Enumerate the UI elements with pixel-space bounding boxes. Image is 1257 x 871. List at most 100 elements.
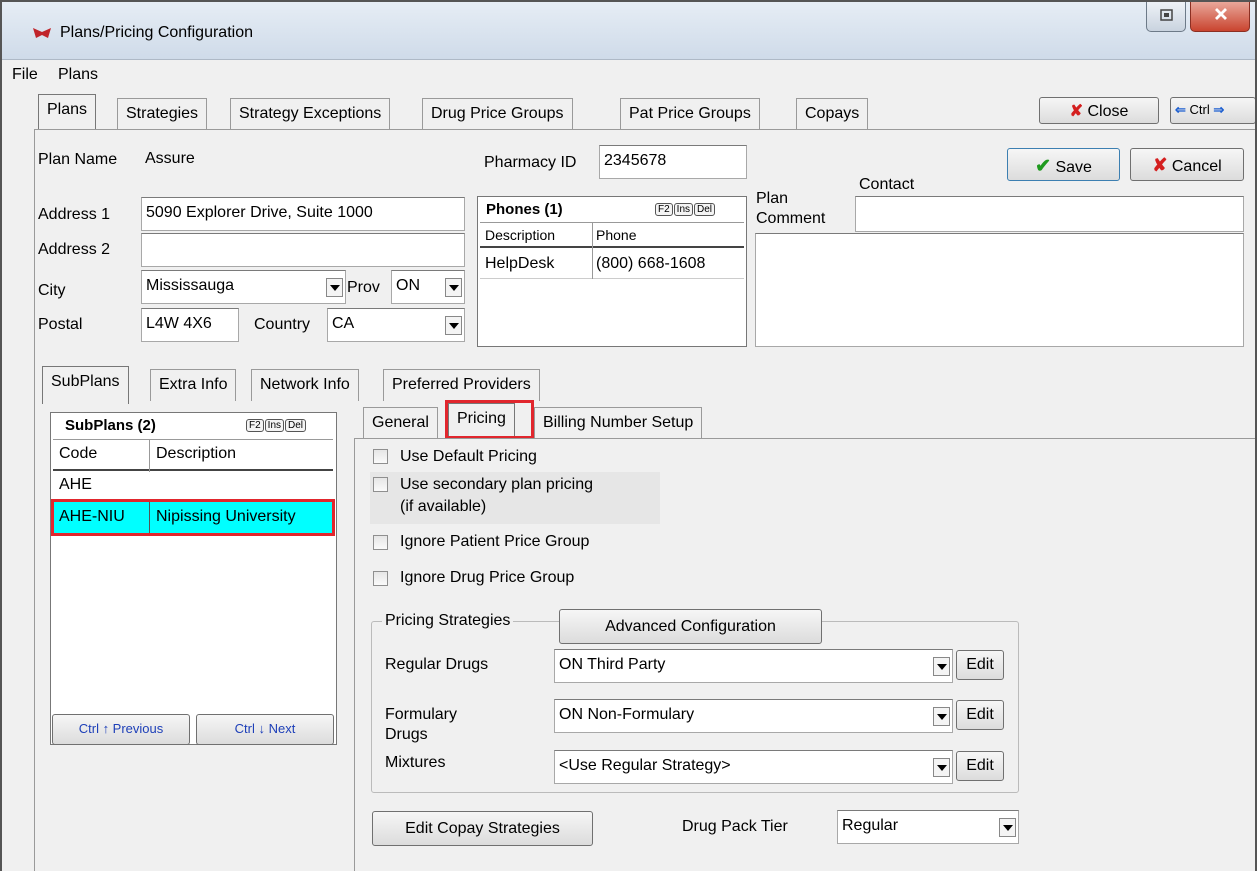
- use-default-pricing-checkbox[interactable]: [373, 449, 388, 464]
- prov-value: ON: [396, 277, 420, 294]
- prov-dropdown[interactable]: ON: [391, 270, 465, 304]
- mixtures-label: Mixtures: [385, 754, 446, 771]
- drug-pack-tier-dropdown[interactable]: Regular: [837, 810, 1019, 844]
- tab-copays[interactable]: Copays: [796, 98, 869, 130]
- country-label: Country: [254, 316, 311, 333]
- ignore-patient-price-group-checkbox[interactable]: [373, 535, 388, 550]
- chevron-down-icon[interactable]: [999, 818, 1016, 837]
- arrow-right-icon: ⇒: [1213, 102, 1225, 117]
- prov-label: Prov: [347, 279, 380, 296]
- column-divider: [592, 223, 593, 249]
- mixtures-dropdown[interactable]: <Use Regular Strategy>: [554, 750, 953, 784]
- tab-general[interactable]: General: [363, 407, 438, 439]
- formulary-drugs-label-1: Formulary: [385, 706, 458, 723]
- del-key[interactable]: Del: [285, 419, 307, 432]
- cancel-button-label: Cancel: [1171, 158, 1222, 175]
- restore-button[interactable]: [1146, 2, 1186, 32]
- regular-drugs-label: Regular Drugs: [385, 656, 489, 673]
- edit-mixtures-button[interactable]: Edit: [956, 751, 1004, 781]
- phones-title: Phones (1): [486, 201, 563, 218]
- table-row[interactable]: AHE: [53, 472, 333, 498]
- window-title: Plans/Pricing Configuration: [60, 24, 253, 41]
- phones-col-description[interactable]: Description: [485, 227, 555, 243]
- country-dropdown[interactable]: CA: [327, 308, 465, 342]
- ignore-drug-price-group-checkbox[interactable]: [373, 571, 388, 586]
- restore-icon: [1160, 9, 1173, 21]
- tab-preferred-providers[interactable]: Preferred Providers: [383, 369, 540, 401]
- plan-comment-field[interactable]: [755, 233, 1244, 347]
- address2-label: Address 2: [38, 241, 111, 258]
- tab-extra-info[interactable]: Extra Info: [150, 369, 237, 401]
- f2-key[interactable]: F2: [655, 203, 673, 216]
- edit-formulary-button[interactable]: Edit: [956, 700, 1004, 730]
- phones-keys: F2 Ins Del: [654, 203, 716, 216]
- close-icon: [1215, 8, 1227, 20]
- pharmacy-id-label: Pharmacy ID: [484, 154, 577, 171]
- use-secondary-pricing-label: Use secondary plan pricing: [400, 476, 593, 493]
- ignore-patient-price-group-label: Ignore Patient Price Group: [400, 533, 590, 550]
- chevron-down-icon[interactable]: [326, 278, 343, 297]
- menu-plans[interactable]: Plans: [58, 66, 98, 84]
- phones-grid: Phones (1) F2 Ins Del Description Phone He…: [477, 196, 747, 347]
- formulary-drugs-dropdown[interactable]: ON Non-Formulary: [554, 699, 953, 733]
- address2-field[interactable]: [141, 233, 465, 267]
- address1-label: Address 1: [38, 206, 111, 223]
- phones-header: Description Phone: [480, 222, 744, 249]
- advanced-configuration-button[interactable]: Advanced Configuration: [559, 609, 822, 644]
- pharmacy-id-field[interactable]: 2345678: [599, 145, 747, 179]
- selection-highlight-box: [51, 499, 335, 536]
- save-button[interactable]: ✔ Save: [1007, 148, 1120, 181]
- tab-pat-price-groups[interactable]: Pat Price Groups: [620, 98, 760, 130]
- tab-network-info[interactable]: Network Info: [251, 369, 359, 401]
- phone-description: HelpDesk: [485, 255, 555, 272]
- phones-col-phone[interactable]: Phone: [596, 227, 636, 243]
- chevron-down-icon[interactable]: [933, 758, 950, 777]
- mixtures-value: <Use Regular Strategy>: [559, 757, 731, 774]
- tab-subplans[interactable]: SubPlans: [42, 366, 129, 404]
- del-key[interactable]: Del: [694, 203, 716, 216]
- regular-drugs-value: ON Third Party: [559, 656, 666, 673]
- menu-file[interactable]: File: [12, 66, 38, 84]
- city-dropdown[interactable]: Mississauga: [141, 270, 346, 304]
- country-value: CA: [332, 315, 355, 332]
- ins-key[interactable]: Ins: [264, 419, 285, 432]
- edit-copay-strategies-button[interactable]: Edit Copay Strategies: [372, 811, 593, 846]
- use-default-pricing-label: Use Default Pricing: [400, 448, 537, 465]
- chevron-down-icon[interactable]: [445, 316, 462, 335]
- edit-regular-button[interactable]: Edit: [956, 650, 1004, 680]
- chevron-down-icon[interactable]: [933, 657, 950, 676]
- chevron-down-icon[interactable]: [445, 278, 462, 297]
- city-value: Mississauga: [146, 277, 235, 294]
- tab-billing-number-setup[interactable]: Billing Number Setup: [534, 407, 703, 439]
- f2-key[interactable]: F2: [246, 419, 264, 432]
- save-button-label: Save: [1055, 159, 1092, 176]
- tab-plans[interactable]: Plans: [38, 94, 97, 130]
- tab-drug-price-groups[interactable]: Drug Price Groups: [422, 98, 573, 130]
- use-secondary-pricing-label-2: (if available): [400, 498, 487, 515]
- tab-strategies[interactable]: Strategies: [117, 98, 208, 130]
- tab-strategy-exceptions[interactable]: Strategy Exceptions: [230, 98, 391, 130]
- subplans-col-code[interactable]: Code: [59, 445, 97, 463]
- next-button[interactable]: Ctrl ↓ Next: [196, 714, 334, 745]
- previous-button[interactable]: Ctrl ↑ Previous: [52, 714, 190, 745]
- ctrl-nav-button[interactable]: ⇐ Ctrl ⇒: [1170, 97, 1255, 124]
- use-secondary-pricing-checkbox[interactable]: [373, 477, 388, 492]
- table-row[interactable]: HelpDesk (800) 668-1608: [480, 249, 744, 279]
- address1-field[interactable]: 5090 Explorer Drive, Suite 1000: [141, 197, 465, 231]
- red-x-icon: ✘: [1152, 155, 1168, 175]
- plan-name-field[interactable]: Assure: [141, 144, 465, 178]
- postal-field[interactable]: L4W 4X6: [141, 308, 239, 342]
- close-button[interactable]: ✘ Close: [1039, 97, 1159, 124]
- close-window-button[interactable]: [1190, 2, 1250, 32]
- arrow-left-icon: ⇐: [1175, 102, 1186, 117]
- regular-drugs-dropdown[interactable]: ON Third Party: [554, 649, 953, 683]
- ins-key[interactable]: Ins: [673, 203, 694, 216]
- subplans-col-description[interactable]: Description: [156, 445, 236, 463]
- pricing-tab-highlight-box: [445, 400, 534, 439]
- chevron-down-icon[interactable]: [933, 707, 950, 726]
- subplans-keys: F2 Ins Del: [245, 419, 307, 432]
- formulary-drugs-value: ON Non-Formulary: [559, 706, 695, 723]
- city-label: City: [38, 282, 66, 299]
- contact-field[interactable]: [855, 196, 1244, 232]
- cancel-button[interactable]: ✘ Cancel: [1130, 148, 1244, 181]
